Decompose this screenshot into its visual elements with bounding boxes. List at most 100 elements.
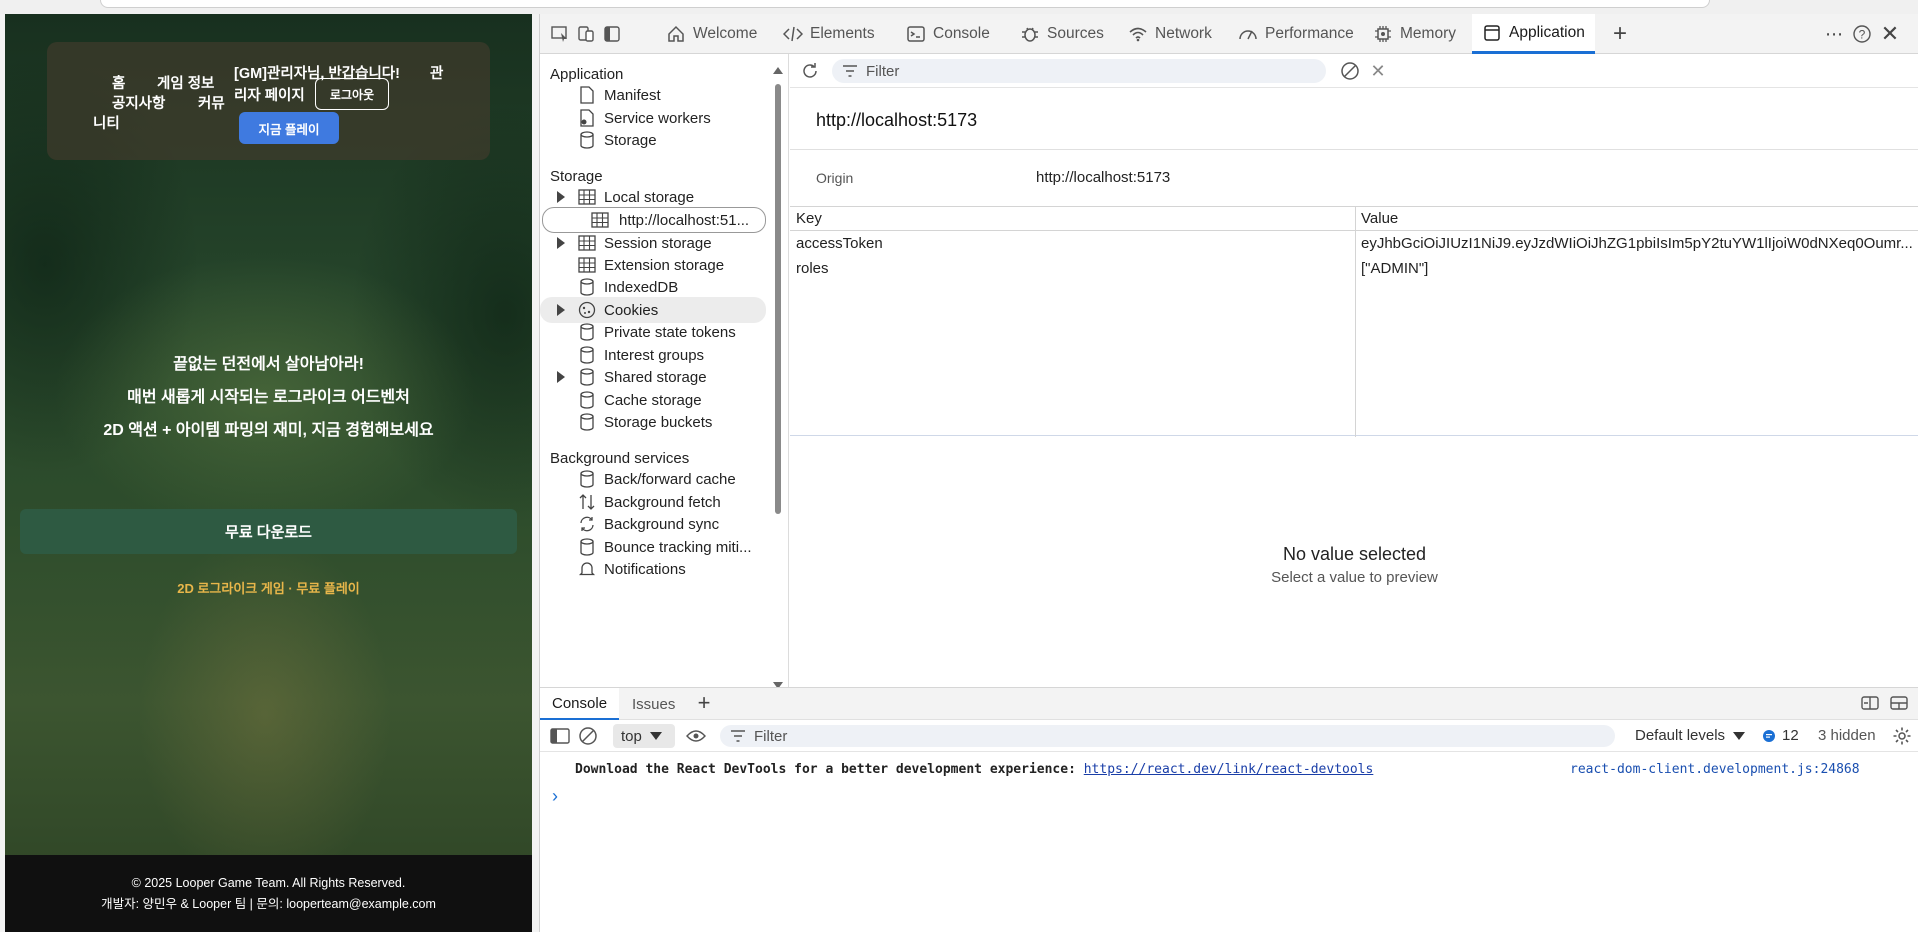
message-icon: [1763, 729, 1775, 742]
value-preview-empty: No value selected Select a value to prev…: [790, 544, 1918, 586]
filter-placeholder: Filter: [754, 727, 788, 745]
devtools-panel: Welcome Elements Console Sources Network…: [539, 14, 1918, 932]
no-value-title: No value selected: [1282, 544, 1427, 564]
sidebar-item-storage[interactable]: Storage: [540, 127, 770, 153]
expand-arrow-icon[interactable]: [557, 237, 565, 249]
console-settings-gear-icon[interactable]: [1890, 724, 1914, 748]
tab-performance[interactable]: Performance: [1238, 14, 1354, 54]
up-down-arrows-icon: [576, 491, 598, 513]
dock-side-icon[interactable]: [600, 22, 624, 46]
database-icon: [576, 389, 598, 411]
origin-label: Origin: [816, 170, 854, 186]
cookie-icon: [576, 299, 598, 321]
divider: [790, 149, 1918, 150]
sidebar-toggle-icon[interactable]: [548, 724, 572, 748]
gauge-icon: [1238, 24, 1258, 44]
play-now-button[interactable]: 지금 플레이: [239, 112, 339, 144]
scroll-up-icon[interactable]: [773, 66, 783, 74]
tab-elements[interactable]: Elements: [783, 14, 875, 54]
expand-arrow-icon[interactable]: [557, 371, 565, 383]
nav-home-link[interactable]: 홈: [112, 72, 125, 93]
table-row[interactable]: roles ["ADMIN"]: [790, 257, 1918, 281]
sidebar-item-label: Notifications: [604, 560, 686, 578]
tab-sources[interactable]: Sources: [1020, 14, 1104, 54]
console-drawer: Console Issues + top Filter Default leve…: [540, 687, 1918, 932]
clear-console-icon[interactable]: [576, 724, 600, 748]
storage-filter-input[interactable]: Filter: [832, 59, 1326, 83]
sidebar-item-label: IndexedDB: [604, 278, 679, 296]
console-prompt-icon[interactable]: ›: [552, 786, 558, 807]
inspect-element-icon[interactable]: [548, 22, 572, 46]
free-download-button[interactable]: 무료 다운로드: [20, 509, 517, 554]
nav-community-link[interactable]: 커뮤: [198, 92, 225, 113]
drawer-tab-console[interactable]: Console: [540, 688, 620, 720]
nav-notice-link[interactable]: 공지사항: [112, 92, 165, 113]
logout-button[interactable]: 로그아웃: [315, 78, 389, 110]
help-icon[interactable]: ?: [1850, 22, 1874, 46]
bug-icon: [1020, 24, 1040, 44]
table-icon: [576, 232, 598, 254]
hidden-count: 3 hidden: [1818, 727, 1876, 744]
add-tab-icon[interactable]: +: [1608, 20, 1632, 47]
dock-drawer-icon[interactable]: [1858, 691, 1882, 715]
top-nav: 홈 게임 정보 공지사항 커뮤 니티 [GM]관리자님, 반갑습니다! 관 리자…: [47, 42, 490, 160]
address-bar[interactable]: [100, 0, 1710, 8]
page-footer: © 2025 Looper Game Team. All Rights Rese…: [5, 855, 532, 932]
column-header-key[interactable]: Key: [796, 210, 822, 227]
tab-label: Console: [933, 25, 990, 42]
tab-label: Memory: [1400, 25, 1456, 42]
nav-community-link-cont[interactable]: 니티: [93, 112, 120, 133]
drawer-tab-issues[interactable]: Issues: [632, 688, 675, 720]
close-devtools-icon[interactable]: ✕: [1878, 21, 1902, 46]
expand-arrow-icon[interactable]: [557, 304, 565, 316]
log-levels-dropdown[interactable]: Default levels: [1635, 727, 1746, 744]
more-options-icon[interactable]: ⋯: [1822, 22, 1846, 46]
footer-contact: 개발자: 양민우 & Looper 팀 | 문의: looperteam@exa…: [101, 897, 436, 911]
nav-admin-link-cont[interactable]: 리자 페이지: [234, 84, 305, 105]
sidebar-item-label: Cache storage: [604, 391, 702, 409]
footer-copyright: © 2025 Looper Game Team. All Rights Rese…: [131, 876, 406, 890]
live-expression-icon[interactable]: [684, 724, 708, 748]
sidebar-item-notifications[interactable]: Notifications: [540, 556, 770, 582]
delete-selected-icon[interactable]: ✕: [1366, 59, 1390, 83]
storage-main-pane: Filter ✕ http://localhost:5173 Origin ht…: [790, 54, 1918, 687]
devtools-tabbar: Welcome Elements Console Sources Network…: [540, 14, 1918, 54]
table-row[interactable]: accessToken eyJhbGciOiJIUzI1NiJ9.eyJzdWI…: [790, 232, 1918, 256]
device-toolbar-icon[interactable]: [574, 22, 598, 46]
tab-memory[interactable]: Memory: [1373, 14, 1456, 54]
database-icon: [576, 129, 598, 151]
console-toolbar: top Filter Default levels 12 3 hidden: [540, 720, 1918, 752]
context-selector[interactable]: top: [613, 724, 675, 748]
database-icon: [576, 536, 598, 558]
sidebar-scrollbar[interactable]: [773, 66, 783, 687]
expand-arrow-icon[interactable]: [557, 191, 565, 203]
table-icon: [576, 254, 598, 276]
sidebar-scroll-thumb[interactable]: [775, 84, 781, 514]
table-header: Key Value: [790, 207, 1918, 231]
tab-network[interactable]: Network: [1128, 14, 1212, 54]
clear-all-icon[interactable]: [1338, 59, 1362, 83]
nav-admin-link[interactable]: 관: [430, 62, 443, 83]
tab-application[interactable]: Application: [1472, 14, 1595, 54]
sidebar-item-label: Background sync: [604, 515, 720, 533]
database-icon: [576, 344, 598, 366]
add-drawer-tab-icon[interactable]: +: [692, 690, 716, 715]
close-drawer-icon[interactable]: [1887, 691, 1911, 715]
refresh-icon[interactable]: [798, 59, 822, 83]
issues-counter[interactable]: 12: [1762, 727, 1799, 744]
hero-line-1: 끝없는 던전에서 살아남아라!: [173, 356, 364, 373]
sidebar-item-storage-buckets[interactable]: Storage buckets: [540, 409, 770, 435]
issues-count: 12: [1782, 727, 1799, 744]
tab-label: Sources: [1047, 25, 1104, 42]
react-devtools-link[interactable]: https://react.dev/link/react-devtools: [1084, 762, 1374, 777]
column-header-value[interactable]: Value: [1361, 210, 1398, 227]
nav-game-info-link[interactable]: 게임 정보: [157, 72, 214, 93]
sidebar-item-label: Background fetch: [604, 493, 721, 511]
sidebar-item-label: http://localhost:51...: [619, 211, 750, 229]
tab-welcome[interactable]: Welcome: [666, 14, 757, 54]
console-filter-input[interactable]: Filter: [720, 725, 1615, 747]
tab-console[interactable]: Console: [906, 14, 990, 54]
wifi-icon: [1128, 24, 1148, 44]
filter-icon: [843, 65, 857, 77]
console-message-source-link[interactable]: react-dom-client.development.js:24868: [1570, 762, 1860, 777]
